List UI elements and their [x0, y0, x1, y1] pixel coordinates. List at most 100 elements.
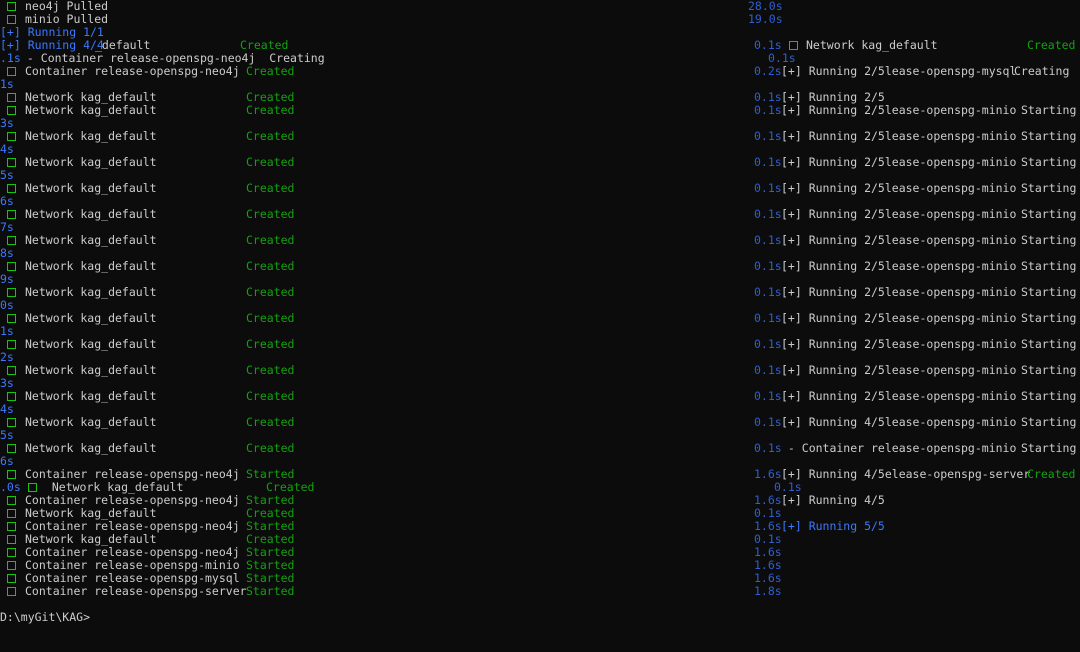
right-status-label: Starting [1021, 337, 1077, 351]
elapsed-time: 0.1s [754, 441, 782, 455]
resource-name: Network kag_default [25, 285, 157, 299]
right-status-label: Starting [1021, 389, 1077, 403]
checkbox-icon [28, 483, 37, 492]
right-column-text: [+] Running 2/5lease-openspg-mysql [781, 64, 1017, 78]
terminal-line: Network kag_default Created 0.1s [+] Runnin… [0, 390, 1080, 403]
terminal-line: Network kag_default Created 0.1s [+] Runnin… [0, 208, 1080, 221]
status-label: Created [246, 363, 295, 377]
checkbox-icon [7, 314, 16, 323]
status-label: Created [246, 129, 295, 143]
elapsed-time: 0.2s [754, 64, 782, 78]
terminal-line: Network kag_default Created 0.1s [+] Runnin… [0, 182, 1080, 195]
checkbox-icon [7, 236, 16, 245]
elapsed-time: 0.1s [754, 155, 782, 169]
elapsed-time: 0.1s [754, 129, 782, 143]
right-column-text: Network kag_default [806, 38, 938, 52]
terminal-line: Network kag_default Created 0.1s [+] Runnin… [0, 416, 1080, 429]
terminal-line: Container release-openspg-server Started 1… [0, 585, 1080, 598]
right-status-label: Starting [1021, 207, 1077, 221]
right-column-text: [+] Running 4/5elease-openspg-server [781, 467, 1031, 481]
terminal-line: Network kag_default Created 0.1s - Contain… [0, 442, 1080, 455]
command-prompt[interactable]: D:\myGit\KAG> [0, 611, 90, 624]
checkbox-icon [7, 106, 16, 115]
progress-prefix: 1s [0, 77, 14, 91]
right-column-text: [+] Running 2/5lease-openspg-minio [781, 337, 1017, 351]
terminal-line: neo4j Pulled 28.0s [0, 0, 1080, 13]
elapsed-time: 0.1s [754, 311, 782, 325]
elapsed-time: 0.1s [754, 259, 782, 273]
right-status-label: Created [1027, 467, 1076, 481]
right-status-label: Starting [1021, 363, 1077, 377]
terminal-line: Network kag_default Created 0.1s [+] Runnin… [0, 260, 1080, 273]
elapsed-time: 19.0s [748, 12, 783, 26]
right-column-text: [+] Running 2/5lease-openspg-minio [781, 389, 1017, 403]
resource-name: Network kag_default [25, 155, 157, 169]
checkbox-icon [7, 210, 16, 219]
right-status-label: Starting [1021, 129, 1077, 143]
right-column-text: [+] Running 2/5lease-openspg-minio [781, 129, 1017, 143]
checkbox-icon [7, 67, 16, 76]
elapsed-time: 1.8s [754, 584, 782, 598]
elapsed-time: 0.1s [754, 103, 782, 117]
elapsed-time: 0.1s [754, 233, 782, 247]
checkbox-icon [7, 535, 16, 544]
elapsed-time: 0.1s [754, 181, 782, 195]
checkbox-icon [7, 444, 16, 453]
status-label: Created [246, 285, 295, 299]
status-label: Created [246, 155, 295, 169]
right-column-text: [+] Running 2/5lease-openspg-minio [781, 155, 1017, 169]
right-column-text: [+] Running 2/5lease-openspg-minio [781, 207, 1017, 221]
right-status-label: Starting [1021, 311, 1077, 325]
status-label: Created [246, 233, 295, 247]
right-column-text: - Container release-openspg-minio [781, 441, 1017, 455]
right-status-label: Creating [1014, 64, 1070, 78]
terminal-line: Container release-openspg-neo4j Started 1.… [0, 520, 1080, 533]
checkbox-icon [7, 418, 16, 427]
right-status-label: Starting [1021, 155, 1077, 169]
checkbox-icon [7, 561, 16, 570]
status-label: Created [246, 415, 295, 429]
terminal-line: 1s [0, 78, 1080, 91]
terminal-line: Network kag_default Created 0.1s [+] Runnin… [0, 104, 1080, 117]
resource-name: Network kag_default [25, 389, 157, 403]
terminal-line: Container release-openspg-neo4j Created 0.… [0, 65, 1080, 78]
terminal-line: Network kag_default Created 0.1s [+] Runnin… [0, 156, 1080, 169]
resource-name: Network kag_default [25, 337, 157, 351]
right-status-label: Created [1027, 38, 1076, 52]
resource-name: Network kag_default [25, 207, 157, 221]
progress-prefix: .1s [0, 51, 21, 65]
checkbox-icon [7, 184, 16, 193]
progress-prefix: 5s [0, 428, 14, 442]
progress-prefix: 0s [0, 298, 14, 312]
terminal-window[interactable]: neo4j Pulled 28.0s minio Pulled 19.0s [+] Ru… [0, 0, 1080, 652]
status-label: Created [246, 103, 295, 117]
terminal-line: Container release-openspg-neo4j Started 1.… [0, 494, 1080, 507]
progress-prefix: 3s [0, 116, 14, 130]
checkbox-icon [7, 262, 16, 271]
progress-prefix: 7s [0, 220, 14, 234]
progress-prefix: 6s [0, 194, 14, 208]
terminal-line: minio Pulled 19.0s [0, 13, 1080, 26]
resource-name: Network kag_default [25, 311, 157, 325]
terminal-line: Network kag_default Created 0.1s [+] Runnin… [0, 286, 1080, 299]
right-column-text: [+] Running 4/5lease-openspg-minio [781, 415, 1017, 429]
right-column-text: [+] Running 4/5 [781, 493, 885, 507]
right-status-label: Starting [1021, 259, 1077, 273]
status-label: Created [246, 259, 295, 273]
elapsed-time: 0.1s [754, 337, 782, 351]
resource-name: Network kag_default [25, 103, 157, 117]
right-status-label: Starting [1021, 103, 1077, 117]
elapsed-time: 0.1s [754, 389, 782, 403]
checkbox-icon [7, 340, 16, 349]
elapsed-time: 0.1s [754, 207, 782, 221]
checkbox-icon [7, 392, 16, 401]
checkbox-icon [789, 41, 798, 50]
resource-name: Network kag_default [25, 415, 157, 429]
checkbox-icon [7, 509, 16, 518]
checkbox-icon [7, 574, 16, 583]
status-label: Created [246, 311, 295, 325]
status-label: Created [246, 181, 295, 195]
checkbox-icon [7, 132, 16, 141]
progress-prefix: 3s [0, 376, 14, 390]
progress-prefix: 6s [0, 454, 14, 468]
